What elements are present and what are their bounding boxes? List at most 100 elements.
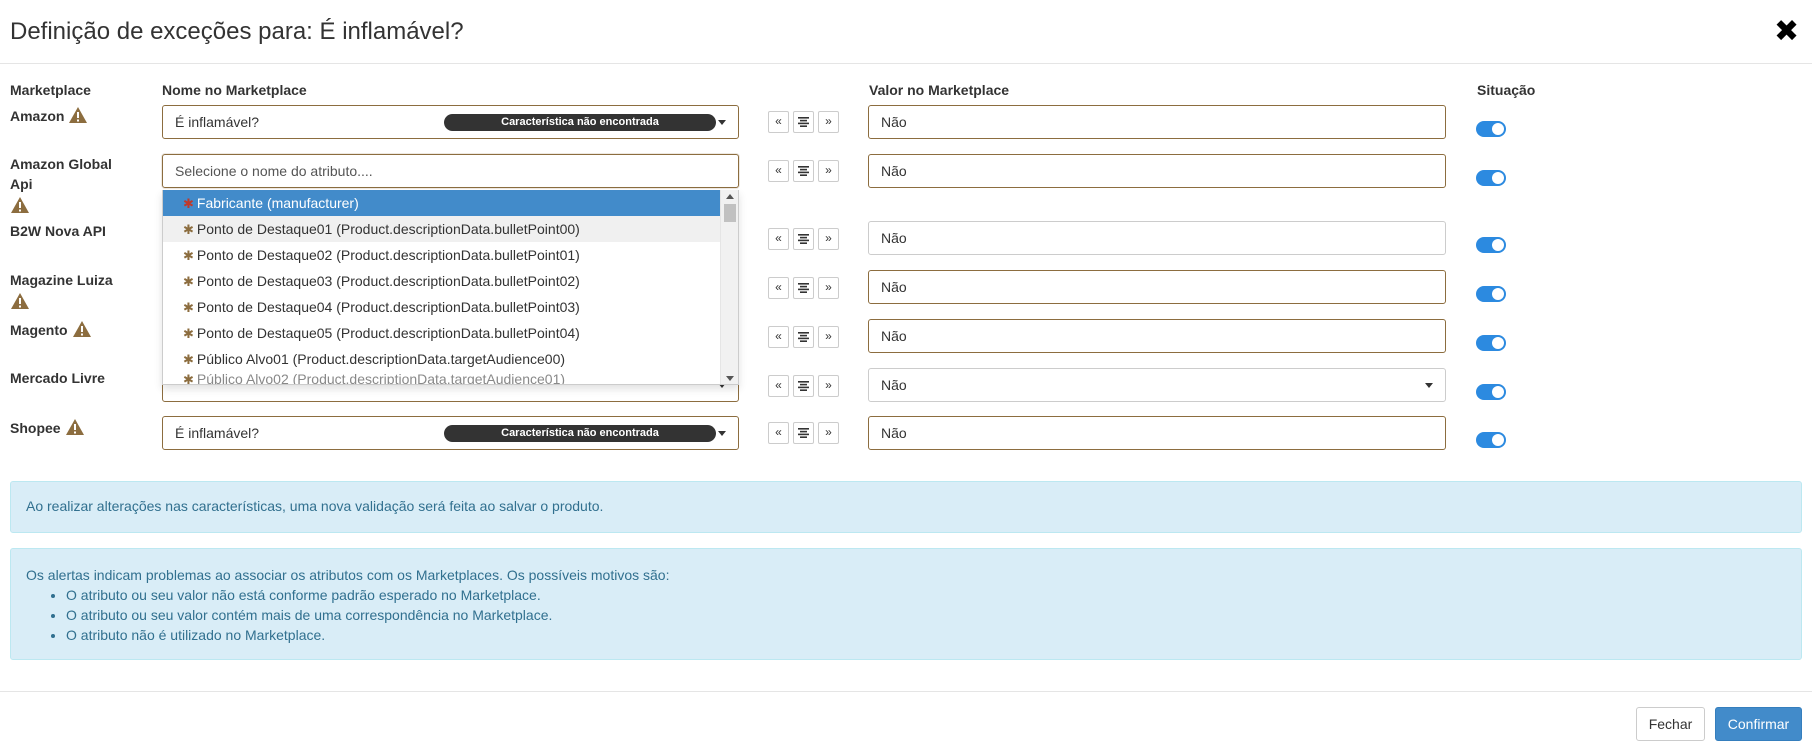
warning-reasons-alert: Os alertas indicam problemas ao associar… — [10, 548, 1802, 660]
value-input[interactable]: Não — [868, 221, 1446, 255]
center-button[interactable] — [793, 228, 814, 250]
center-button[interactable] — [793, 326, 814, 348]
mapping-controls: « » — [768, 375, 840, 397]
column-header-name: Nome no Marketplace — [162, 82, 307, 98]
marketplace-label-mercado-livre: Mercado Livre — [10, 368, 105, 388]
marketplace-name: Shopee — [10, 420, 61, 436]
confirm-button[interactable]: Confirmar — [1715, 707, 1802, 741]
status-toggle[interactable] — [1476, 384, 1506, 400]
mapping-controls: « » — [768, 422, 840, 444]
center-button[interactable] — [793, 160, 814, 182]
status-toggle[interactable] — [1476, 237, 1506, 253]
star-icon: ✱ — [183, 352, 194, 367]
attribute-dropdown-list: ✱ Fabricante (manufacturer) ✱ Ponto de Des… — [162, 190, 739, 385]
status-toggle[interactable] — [1476, 432, 1506, 448]
column-header-status: Situação — [1477, 82, 1536, 98]
move-right-button[interactable]: » — [818, 160, 839, 182]
warning-icon — [68, 106, 88, 124]
mapping-controls: « » — [768, 111, 840, 133]
warning-icon — [72, 320, 92, 338]
reasons-list: O atributo ou seu valor não está conform… — [26, 585, 1786, 645]
align-center-icon — [798, 166, 809, 176]
status-toggle[interactable] — [1476, 335, 1506, 351]
status-toggle[interactable] — [1476, 121, 1506, 137]
move-left-button[interactable]: « — [768, 326, 789, 348]
marketplace-name: Amazon — [10, 108, 65, 124]
move-left-button[interactable]: « — [768, 228, 789, 250]
footer-divider — [0, 691, 1812, 692]
marketplace-label-magazine-luiza: Magazine Luiza — [10, 270, 113, 310]
star-icon: ✱ — [183, 248, 194, 263]
move-right-button[interactable]: » — [818, 228, 839, 250]
scroll-up-icon[interactable] — [726, 194, 734, 199]
center-button[interactable] — [793, 277, 814, 299]
align-center-icon — [798, 428, 809, 438]
align-center-icon — [798, 332, 809, 342]
status-toggle[interactable] — [1476, 286, 1506, 302]
center-button[interactable] — [793, 375, 814, 397]
scrollbar-thumb[interactable] — [724, 204, 736, 222]
info-alert-text: Ao realizar alterações nas característic… — [26, 498, 604, 514]
move-left-button[interactable]: « — [768, 277, 789, 299]
dropdown-option[interactable]: ✱ Ponto de Destaque05 (Product.descriptio… — [163, 320, 721, 346]
marketplace-name: Magento — [10, 322, 68, 338]
attribute-selected-value: É inflamável? — [175, 114, 260, 130]
center-button[interactable] — [793, 111, 814, 133]
warning-intro-text: Os alertas indicam problemas ao associar… — [26, 567, 670, 583]
value-select[interactable]: Não — [868, 368, 1446, 402]
value-selected: Não — [881, 377, 907, 393]
warning-icon — [10, 292, 30, 310]
chevron-down-icon — [1425, 383, 1433, 388]
value-input[interactable]: Não — [868, 105, 1446, 139]
dropdown-option[interactable]: ✱ Ponto de Destaque04 (Product.descriptio… — [163, 294, 721, 320]
status-badge: Característica não encontrada — [444, 425, 716, 442]
close-button[interactable]: Fechar — [1636, 707, 1705, 741]
dropdown-option[interactable]: ✱ Público Alvo02 (Product.descriptionData… — [163, 372, 721, 385]
attribute-search-placeholder: Selecione o nome do atributo.... — [175, 163, 373, 179]
status-badge: Característica não encontrada — [444, 114, 716, 131]
star-icon: ✱ — [183, 372, 194, 385]
chevron-down-icon — [718, 120, 726, 125]
warning-icon — [10, 196, 30, 214]
move-left-button[interactable]: « — [768, 111, 789, 133]
mapping-controls: « » — [768, 228, 840, 250]
dropdown-option[interactable]: ✱ Ponto de Destaque01 (Product.descriptio… — [163, 216, 721, 242]
warning-icon — [65, 418, 85, 436]
dropdown-option[interactable]: ✱ Fabricante (manufacturer) — [163, 190, 721, 216]
status-toggle[interactable] — [1476, 170, 1506, 186]
move-left-button[interactable]: « — [768, 160, 789, 182]
move-left-button[interactable]: « — [768, 375, 789, 397]
value-input[interactable]: Não — [868, 154, 1446, 188]
marketplace-label-shopee: Shopee — [10, 418, 85, 438]
star-icon: ✱ — [183, 326, 194, 341]
center-button[interactable] — [793, 422, 814, 444]
align-center-icon — [798, 234, 809, 244]
align-center-icon — [798, 283, 809, 293]
value-input[interactable]: Não — [868, 270, 1446, 304]
move-right-button[interactable]: » — [818, 422, 839, 444]
scroll-down-icon[interactable] — [726, 376, 734, 381]
value-input[interactable]: Não — [868, 416, 1446, 450]
marketplace-label-amazon-global-api: Amazon Global Api — [10, 154, 120, 214]
move-right-button[interactable]: » — [818, 326, 839, 348]
attribute-search-input[interactable]: Selecione o nome do atributo.... — [162, 154, 739, 188]
dropdown-scrollbar[interactable] — [720, 190, 738, 384]
close-icon[interactable]: ✖ — [1774, 17, 1799, 47]
move-left-button[interactable]: « — [768, 422, 789, 444]
marketplace-label-amazon: Amazon — [10, 106, 88, 126]
attribute-selected-value: É inflamável? — [175, 425, 260, 441]
move-right-button[interactable]: » — [818, 375, 839, 397]
marketplace-label-magento: Magento — [10, 320, 92, 340]
modal-title: Definição de exceções para: É inflamável… — [10, 18, 464, 45]
attribute-select[interactable]: É inflamável? Característica não encontr… — [162, 105, 739, 139]
value-input[interactable]: Não — [868, 319, 1446, 353]
dropdown-option[interactable]: ✱ Público Alvo01 (Product.descriptionData… — [163, 346, 721, 372]
dropdown-option[interactable]: ✱ Ponto de Destaque03 (Product.descriptio… — [163, 268, 721, 294]
dropdown-option[interactable]: ✱ Ponto de Destaque02 (Product.descriptio… — [163, 242, 721, 268]
move-right-button[interactable]: » — [818, 277, 839, 299]
star-icon: ✱ — [183, 274, 194, 289]
attribute-select[interactable]: É inflamável? Característica não encontr… — [162, 416, 739, 450]
align-center-icon — [798, 117, 809, 127]
move-right-button[interactable]: » — [818, 111, 839, 133]
marketplace-name: Mercado Livre — [10, 370, 105, 386]
